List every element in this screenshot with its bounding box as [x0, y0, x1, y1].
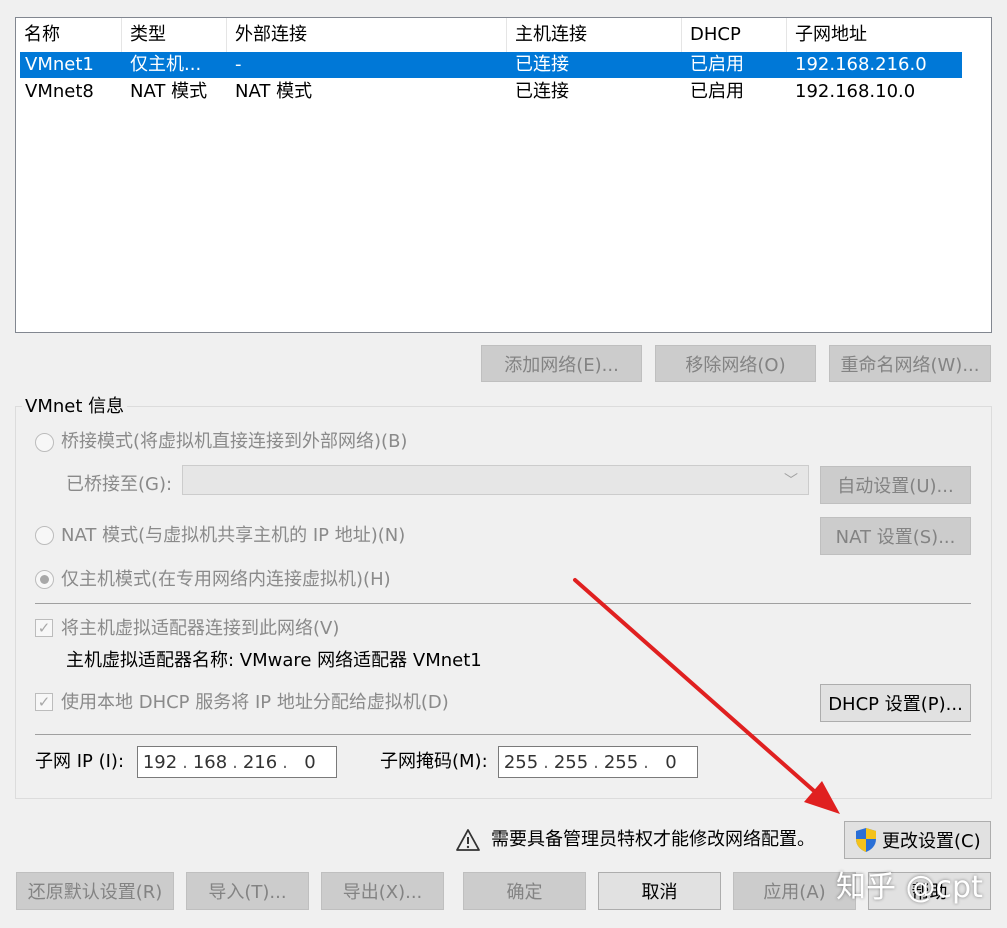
connect-adapter-checkbox[interactable]: ✓	[35, 619, 53, 637]
nat-mode-label: NAT 模式(与虚拟机共享主机的 IP 地址)(N)	[61, 525, 406, 546]
subnet-ip-octet: 168	[192, 751, 228, 773]
remove-network-button[interactable]: 移除网络(O)	[655, 345, 816, 382]
network-table: 名称 类型 外部连接 主机连接 DHCP 子网地址 VMnet1 仅主机... …	[15, 17, 992, 333]
dhcp-label: 使用本地 DHCP 服务将 IP 地址分配给虚拟机(D)	[61, 692, 449, 713]
host-only-mode-label: 仅主机模式(在专用网络内连接虚拟机)(H)	[61, 569, 391, 590]
separator	[35, 734, 971, 735]
subnet-mask-input[interactable]: 255. 255. 255. 0	[498, 746, 698, 778]
dhcp-checkbox[interactable]: ✓	[35, 693, 53, 711]
nat-settings-button[interactable]: NAT 设置(S)...	[820, 517, 971, 555]
cell-dhcp: 已启用	[690, 81, 744, 102]
subnet-mask-label: 子网掩码(M):	[380, 751, 488, 772]
cell-subnet: 192.168.216.0	[795, 54, 927, 75]
cell-name: VMnet8	[25, 81, 94, 102]
column-header-subnet[interactable]: 子网地址	[787, 18, 962, 52]
bridged-mode-radio[interactable]	[35, 433, 54, 452]
adapter-name-label: 主机虚拟适配器名称: VMware 网络适配器 VMnet1	[66, 650, 482, 671]
warning-triangle-icon	[456, 829, 480, 851]
admin-notice: 需要具备管理员特权才能修改网络配置。	[491, 829, 815, 850]
subnet-mask-octet: 255	[503, 751, 539, 773]
subnet-mask-octet: 0	[665, 751, 677, 773]
host-only-mode-radio[interactable]	[35, 570, 54, 589]
export-button[interactable]: 导出(X)...	[321, 872, 444, 910]
table-row[interactable]: VMnet1 仅主机... - 已连接 已启用 192.168.216.0	[20, 52, 962, 78]
cell-type: 仅主机...	[130, 54, 202, 75]
rename-network-button[interactable]: 重命名网络(W)...	[829, 345, 991, 382]
restore-defaults-button[interactable]: 还原默认设置(R)	[16, 872, 174, 910]
subnet-ip-octet: 216	[242, 751, 278, 773]
cell-name: VMnet1	[25, 54, 94, 75]
bridged-to-select[interactable]: ﹀	[182, 465, 809, 495]
watermark: 知乎 @cpt	[836, 870, 983, 905]
subnet-mask-octet: 255	[603, 751, 639, 773]
shield-icon	[856, 828, 876, 852]
cell-host: 已连接	[515, 81, 569, 102]
cell-subnet: 192.168.10.0	[795, 81, 916, 102]
subnet-ip-octet: 0	[304, 751, 316, 773]
subnet-ip-input[interactable]: 192. 168. 216. 0	[137, 746, 337, 778]
cell-external: -	[235, 54, 242, 75]
subnet-ip-label: 子网 IP (I):	[35, 751, 125, 772]
cancel-button[interactable]: 取消	[598, 872, 721, 910]
column-header-type[interactable]: 类型	[122, 18, 227, 52]
cell-type: NAT 模式	[130, 81, 208, 102]
cell-dhcp: 已启用	[690, 54, 744, 75]
cell-host: 已连接	[515, 54, 569, 75]
bridged-mode-label: 桥接模式(将虚拟机直接连接到外部网络)(B)	[61, 431, 408, 452]
import-button[interactable]: 导入(T)...	[186, 872, 309, 910]
subnet-ip-octet: 192	[142, 751, 178, 773]
chevron-down-icon: ﹀	[784, 473, 798, 489]
column-header-dhcp[interactable]: DHCP	[682, 18, 787, 52]
column-header-host[interactable]: 主机连接	[507, 18, 682, 52]
add-network-button[interactable]: 添加网络(E)...	[481, 345, 642, 382]
separator	[35, 603, 971, 604]
table-row[interactable]: VMnet8 NAT 模式 NAT 模式 已连接 已启用 192.168.10.…	[20, 79, 962, 105]
change-settings-button[interactable]: 更改设置(C)	[844, 821, 991, 859]
auto-settings-button[interactable]: 自动设置(U)...	[820, 466, 971, 504]
cell-external: NAT 模式	[235, 81, 313, 102]
subnet-mask-octet: 255	[553, 751, 589, 773]
ok-button[interactable]: 确定	[463, 872, 586, 910]
vmnet-info-title: VMnet 信息	[22, 396, 128, 418]
column-header-external[interactable]: 外部连接	[227, 18, 507, 52]
column-header-name[interactable]: 名称	[16, 18, 122, 52]
change-settings-label: 更改设置(C)	[882, 831, 981, 852]
bridged-to-label: 已桥接至(G):	[66, 474, 173, 495]
connect-adapter-label: 将主机虚拟适配器连接到此网络(V)	[61, 618, 340, 639]
nat-mode-radio[interactable]	[35, 526, 54, 545]
dhcp-settings-button[interactable]: DHCP 设置(P)...	[820, 684, 971, 722]
